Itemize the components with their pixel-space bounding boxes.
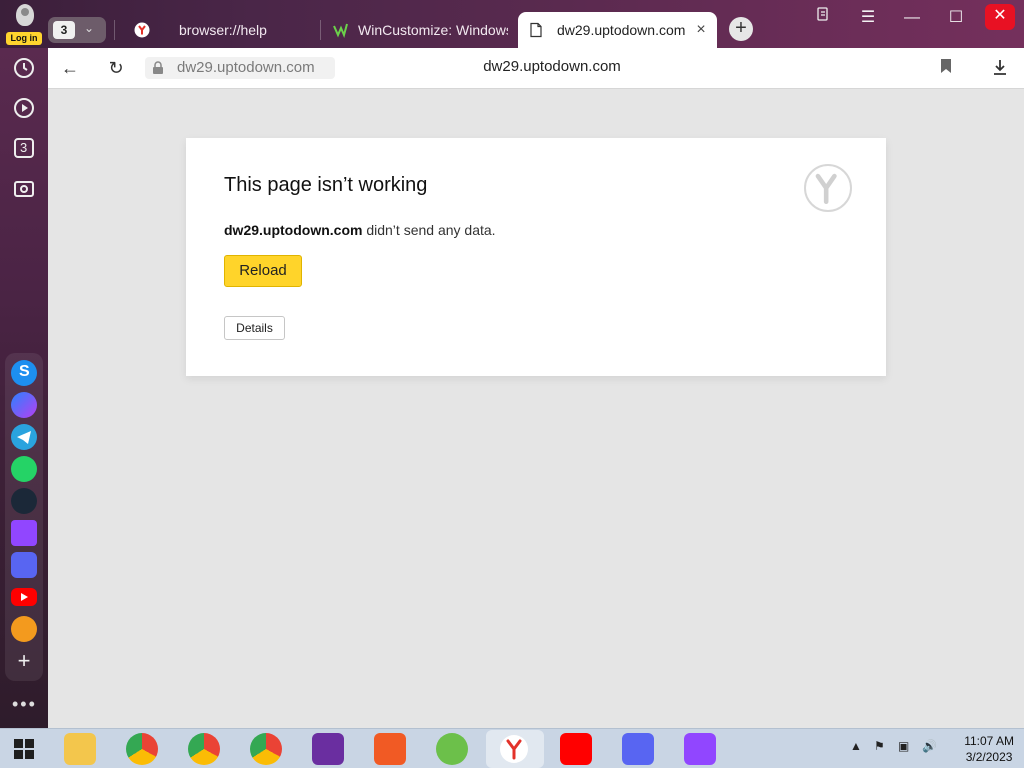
twitch-icon[interactable] bbox=[11, 520, 37, 546]
mail-icon[interactable] bbox=[11, 616, 37, 642]
history-icon[interactable] bbox=[12, 56, 36, 80]
chrome-beta-icon[interactable] bbox=[188, 733, 220, 765]
steam-icon[interactable] bbox=[11, 488, 37, 514]
profile-button[interactable]: Log in bbox=[4, 4, 44, 46]
reload-button[interactable]: Reload bbox=[224, 255, 302, 287]
windows-start-icon[interactable] bbox=[8, 733, 40, 765]
tab-title: WinCustomize: Windows bbox=[358, 22, 508, 38]
network-icon[interactable]: ▣ bbox=[898, 739, 909, 753]
yandex-logo-icon bbox=[804, 164, 852, 212]
maximize-button[interactable]: ☐ bbox=[941, 6, 971, 30]
tab-separator bbox=[320, 20, 321, 40]
messenger-icon[interactable] bbox=[11, 392, 37, 418]
flag-icon[interactable]: ⚑ bbox=[874, 739, 885, 753]
tab-title: dw29.uptodown.com bbox=[557, 22, 686, 38]
tab-browser-help[interactable]: browser://help bbox=[124, 12, 314, 48]
taskbar: ▲ ⚑ ▣ 🔊 11:07 AM 3/2/2023 bbox=[0, 728, 1024, 768]
collections-icon[interactable] bbox=[808, 6, 838, 30]
side-panel: 3 S + ••• bbox=[0, 48, 48, 728]
host-pill[interactable]: dw29.uptodown.com bbox=[145, 57, 335, 79]
avatar-icon bbox=[16, 4, 34, 26]
wincustomize-icon bbox=[333, 23, 348, 38]
login-badge[interactable]: Log in bbox=[6, 32, 42, 45]
error-text: didn’t send any data. bbox=[362, 222, 496, 238]
back-button[interactable]: ← bbox=[60, 58, 80, 78]
twitch-taskbar-icon[interactable] bbox=[684, 733, 716, 765]
address-bar: ← ↻ dw29.uptodown.com dw29.uptodown.com bbox=[48, 48, 1024, 89]
menu-icon[interactable]: ☰ bbox=[853, 6, 883, 30]
tab-separator bbox=[114, 20, 115, 40]
page-icon bbox=[530, 22, 542, 38]
volume-icon[interactable]: 🔊 bbox=[922, 739, 937, 753]
chrome-icon[interactable] bbox=[126, 733, 158, 765]
details-button[interactable]: Details bbox=[224, 316, 285, 340]
discord-taskbar-icon[interactable] bbox=[622, 733, 654, 765]
clock-date: 3/2/2023 bbox=[965, 750, 1013, 764]
telegram-icon[interactable] bbox=[11, 424, 37, 450]
play-icon[interactable] bbox=[12, 96, 36, 120]
more-icon[interactable]: ••• bbox=[12, 694, 37, 715]
counter-icon[interactable]: 3 bbox=[12, 136, 36, 160]
clock[interactable]: 11:07 AM 3/2/2023 bbox=[964, 733, 1014, 765]
tab-wincustomize[interactable]: WinCustomize: Windows bbox=[322, 12, 508, 48]
error-card: This page isn’t working dw29.uptodown.co… bbox=[186, 138, 886, 376]
clock-time: 11:07 AM bbox=[964, 734, 1014, 748]
tab-count: 3 bbox=[53, 21, 75, 39]
new-tab-button[interactable]: + bbox=[729, 17, 753, 41]
host-text: dw29.uptodown.com bbox=[177, 59, 315, 76]
tab-count-button[interactable]: 3 ⌄ bbox=[48, 17, 106, 43]
tray-overflow-icon[interactable]: ▲ bbox=[850, 739, 862, 753]
visual-studio-icon[interactable] bbox=[312, 733, 344, 765]
error-host: dw29.uptodown.com bbox=[224, 222, 363, 238]
yandex-icon bbox=[134, 22, 150, 38]
page-content: This page isn’t working dw29.uptodown.co… bbox=[48, 89, 1024, 728]
page-title: dw29.uptodown.com bbox=[483, 58, 621, 75]
close-window-button[interactable]: ✕ bbox=[985, 4, 1015, 30]
close-tab-icon[interactable]: × bbox=[693, 12, 709, 48]
error-title: This page isn’t working bbox=[224, 174, 428, 196]
minimize-button[interactable]: — bbox=[897, 6, 927, 30]
tab-dw29-uptodown[interactable]: dw29.uptodown.com × bbox=[518, 12, 717, 48]
add-app-icon[interactable]: + bbox=[11, 648, 37, 674]
bookmark-icon[interactable] bbox=[936, 58, 956, 78]
brave-icon[interactable] bbox=[374, 733, 406, 765]
sidebar-counter: 3 bbox=[20, 140, 28, 155]
lock-icon bbox=[153, 61, 163, 74]
skype-icon[interactable]: S bbox=[11, 360, 37, 386]
tab-strip: Log in 3 ⌄ browser://help WinCustomize: … bbox=[0, 0, 1024, 48]
screenshot-icon[interactable] bbox=[12, 176, 36, 200]
tab-title: browser://help bbox=[179, 22, 267, 38]
youtube-taskbar-icon[interactable] bbox=[560, 733, 592, 765]
reload-icon[interactable]: ↻ bbox=[106, 58, 126, 78]
youtube-icon[interactable] bbox=[11, 588, 37, 606]
yandex-taskbar-item[interactable] bbox=[486, 730, 544, 768]
error-message: dw29.uptodown.com didn’t send any data. bbox=[224, 222, 496, 238]
download-icon[interactable] bbox=[990, 58, 1010, 78]
whatsapp-icon[interactable] bbox=[11, 456, 37, 482]
chevron-down-icon: ⌄ bbox=[84, 21, 95, 35]
chrome-dev-icon[interactable] bbox=[250, 733, 282, 765]
file-explorer-icon[interactable] bbox=[64, 733, 96, 765]
discord-icon[interactable] bbox=[11, 552, 37, 578]
app-icon[interactable] bbox=[436, 733, 468, 765]
